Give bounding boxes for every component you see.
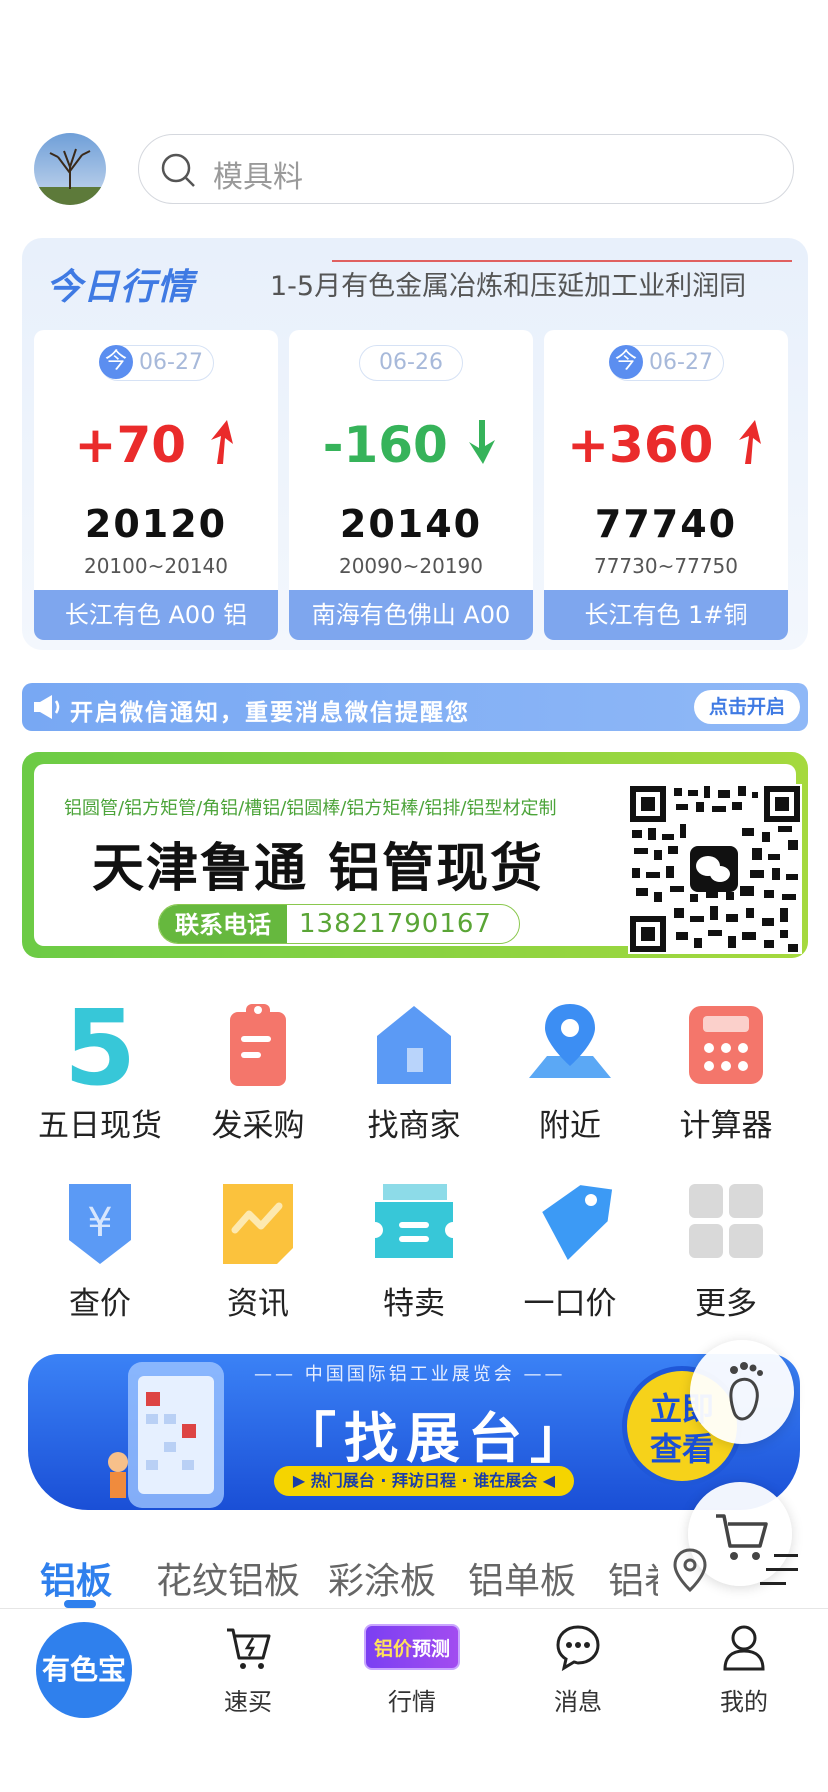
nav-messages[interactable]: 消息 (518, 1622, 638, 1732)
news-icon (223, 1184, 293, 1264)
market-panel: 今日行情 1-5月有色金属冶炼和压延加工业利润同 今 06-27 +70 201… (22, 238, 808, 650)
shop-icon (377, 1006, 451, 1084)
notice-text: 开启微信通知，重要消息微信提醒您 (70, 700, 470, 726)
nav-profile[interactable]: 我的 (684, 1622, 804, 1732)
market-card[interactable]: 今 06-27 +70 20120 20100~20140 长江有色 A00 铝 (34, 330, 278, 640)
ad-phone: 联系电话 13821790167 (158, 904, 520, 944)
grid-item-more[interactable]: 更多 (648, 1178, 804, 1338)
tab-aluminum-plate[interactable]: 铝板 (40, 1552, 112, 1604)
ad-content: 铝圆管/铝方矩管/角铝/槽铝/铝圆棒/铝方矩棒/铝排/铝型材定制 天津鲁通 铝管… (34, 764, 802, 954)
expo-tags: ▶ 热门展台 · 拜访日程 · 谁在展会 ◀ (274, 1466, 574, 1496)
grid-item-five-day[interactable]: 5 五日现货 (22, 1000, 178, 1160)
calculator-icon (689, 1006, 763, 1084)
date-badge: 今 06-27 (99, 345, 214, 381)
active-tab-indicator (64, 1600, 96, 1608)
price-change: +70 (34, 416, 278, 474)
tab-single-plate[interactable]: 铝单板 (468, 1552, 576, 1604)
grid-item-calculator[interactable]: 计算器 (648, 1000, 804, 1160)
more-grid-icon (689, 1184, 763, 1258)
tag-icon (542, 1185, 613, 1261)
grid-item-fixed-price[interactable]: 一口价 (492, 1178, 648, 1338)
wechat-notice-bar[interactable]: 开启微信通知，重要消息微信提醒您 点击开启 (22, 683, 808, 731)
headline-divider (332, 260, 792, 262)
nav-quick-buy[interactable]: 速买 (188, 1622, 308, 1732)
market-card[interactable]: 今 06-27 +360 77740 77730~77750 长江有色 1#铜 (544, 330, 788, 640)
home-button[interactable]: 有色宝 (36, 1622, 132, 1718)
yen-shield-icon: ¥ (69, 1184, 131, 1264)
market-card[interactable]: 06-26 -160 20140 20090~20190 南海有色佛山 A00 (289, 330, 533, 640)
svg-text:5: 5 (64, 1000, 136, 1090)
price-range: 20090~20190 (338, 554, 483, 578)
menu-icon[interactable] (760, 1552, 800, 1588)
date-badge: 06-26 (359, 345, 463, 381)
expo-banner[interactable]: —— 中国国际铝工业展览会 —— 「找展台」 ▶ 热门展台 · 拜访日程 · 谁… (28, 1354, 800, 1510)
grid-item-special-sale[interactable]: 特卖 (336, 1178, 492, 1338)
phone-illustration-icon (108, 1362, 224, 1508)
search-placeholder: 模具料 (213, 160, 303, 195)
tab-coated-plate[interactable]: 彩涂板 (328, 1552, 436, 1604)
cart-bolt-icon (227, 1628, 271, 1669)
expo-title: 「找展台」 (282, 1407, 592, 1470)
arrow-up-icon (211, 420, 234, 464)
product-name: 南海有色佛山 A00 (289, 590, 533, 640)
ticket-icon (375, 1184, 453, 1258)
map-pin-icon (529, 1004, 611, 1078)
grid-item-find-merchant[interactable]: 找商家 (336, 1000, 492, 1160)
arrow-down-icon (469, 420, 496, 464)
arrow-up-icon (738, 420, 761, 464)
qr-code-icon (628, 784, 802, 954)
product-name: 长江有色 1#铜 (544, 590, 788, 640)
grid-item-news[interactable]: 资讯 (180, 1178, 336, 1338)
product-name: 长江有色 A00 铝 (34, 590, 278, 640)
date-badge: 今 06-27 (609, 345, 724, 381)
expo-subtitle: —— 中国国际铝工业展览会 —— (254, 1364, 566, 1385)
market-title: 今日行情 (46, 267, 195, 308)
price: 77740 (594, 502, 738, 546)
location-icon[interactable] (672, 1548, 708, 1594)
svg-text:¥: ¥ (87, 1200, 112, 1246)
clipboard-icon (230, 1004, 286, 1086)
footprint-icon (729, 1362, 763, 1421)
today-badge: 今 (609, 345, 643, 379)
footprint-button[interactable] (690, 1340, 794, 1444)
five-day-icon: 5 (64, 1000, 136, 1090)
phone-label: 联系电话 (159, 905, 287, 943)
enable-notice-button[interactable]: 点击开启 (694, 690, 800, 724)
today-badge: 今 (99, 345, 133, 379)
grid-item-nearby[interactable]: 附近 (492, 1000, 648, 1160)
tab-pattern-plate[interactable]: 花纹铝板 (156, 1552, 300, 1604)
search-input[interactable]: 模具料 (138, 134, 794, 204)
nav-market[interactable]: 行情 (352, 1622, 472, 1732)
price-change: +360 (544, 416, 788, 474)
ad-categories: 铝圆管/铝方矩管/角铝/槽铝/铝圆棒/铝方矩棒/铝排/铝型材定制 (64, 798, 557, 819)
market-headline[interactable]: 1-5月有色金属冶炼和压延加工业利润同 (270, 264, 806, 303)
phone-number: 13821790167 (299, 909, 492, 939)
price-range: 20100~20140 (83, 554, 228, 578)
ad-slogan: 天津鲁通 铝管现货 (92, 838, 545, 899)
avatar[interactable] (34, 133, 106, 205)
user-icon (723, 1625, 765, 1671)
app-screen: 模具料 今日行情 1-5月有色金属冶炼和压延加工业利润同 今 06-27 +70… (0, 0, 828, 1792)
tab-aluminum-coil[interactable]: 铝卷 (608, 1552, 658, 1604)
price-change: -160 (289, 416, 533, 474)
price: 20120 (84, 502, 228, 546)
grid-item-post-purchase[interactable]: 发采购 (180, 1000, 336, 1160)
price: 20140 (339, 502, 483, 546)
megaphone-icon (34, 695, 60, 719)
grid-item-check-price[interactable]: ¥ 查价 (22, 1178, 178, 1338)
search-icon (161, 153, 195, 187)
ad-banner[interactable]: 铝圆管/铝方矩管/角铝/槽铝/铝圆棒/铝方矩棒/铝排/铝型材定制 天津鲁通 铝管… (22, 752, 808, 958)
chat-icon (556, 1625, 600, 1672)
price-range: 77730~77750 (593, 554, 738, 578)
